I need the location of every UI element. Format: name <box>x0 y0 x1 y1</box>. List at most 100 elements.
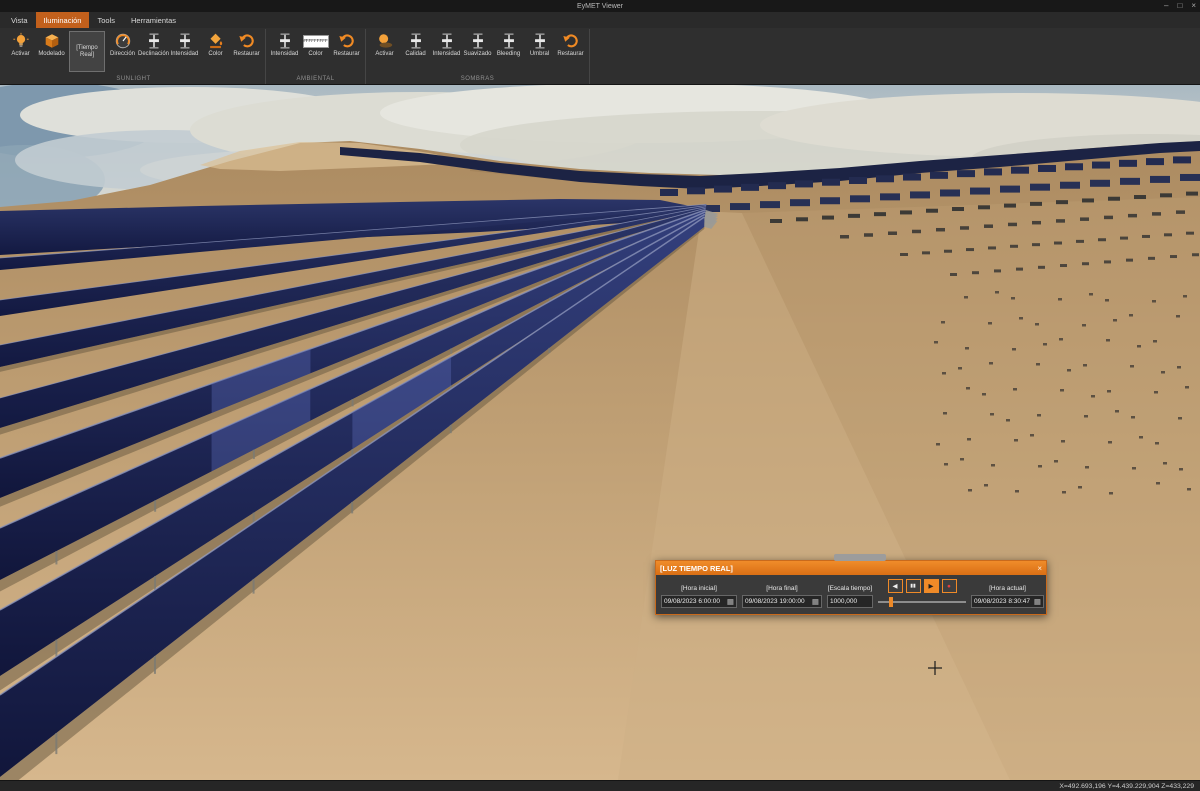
tab-vista[interactable]: Vista <box>3 12 36 28</box>
color-swatch-icon: #FFFFFFFF <box>306 31 326 51</box>
panel-close-icon[interactable]: × <box>1037 564 1042 573</box>
ribbon-button-tiempo-real[interactable]: [Tiempo Real] <box>69 31 105 72</box>
calendar-icon[interactable]: ▦ <box>1034 598 1041 606</box>
hora-final-value: 09/08/2023 19:00:00 <box>745 598 805 605</box>
ribbon-button-label: Activar <box>11 51 29 58</box>
ribbon-button-label: Restaurar <box>557 51 583 58</box>
ribbon-button-modelado[interactable]: Modelado <box>36 29 67 59</box>
rewind-button[interactable]: ◀ <box>888 579 903 593</box>
status-bar: X=492.693,196 Y=4.439.229,904 Z=433,229 <box>0 780 1200 791</box>
ribbon-button-label: Umbral <box>530 51 549 58</box>
ribbon-button-calidad[interactable]: Calidad <box>400 29 431 59</box>
ribbon-button-label: Color <box>308 51 322 58</box>
ribbon-button-activar[interactable]: Activar <box>369 29 400 59</box>
ribbon-group-label: SOMBRAS <box>369 76 586 84</box>
ribbon-button-intensidad[interactable]: Intensidad <box>169 29 200 59</box>
calendar-icon[interactable]: ▦ <box>812 598 819 606</box>
ribbon-button-restaurar[interactable]: Restaurar <box>555 29 586 59</box>
hora-inicial-label: [Hora inicial] <box>681 585 717 592</box>
ribbon-button-bleeding[interactable]: Bleeding <box>493 29 524 59</box>
viewport-3d-scene[interactable] <box>0 85 1200 780</box>
tab-herramientas[interactable]: Herramientas <box>123 12 184 28</box>
minimize-icon[interactable]: – <box>1164 0 1168 12</box>
ribbon-button-label: Intensidad <box>171 51 199 58</box>
undo-icon <box>561 31 581 51</box>
title-bar: EyMET Viewer – □ × <box>0 0 1200 12</box>
ribbon-button-label: Calidad <box>405 51 425 58</box>
ribbon-group-sunlight: Activar Modelado [Tiempo Real] DirecciónDec… <box>2 29 266 84</box>
panel-body: [Hora inicial] 09/08/2023 6:00:00 ▦ [Hor… <box>656 575 1046 614</box>
hora-final-field[interactable]: 09/08/2023 19:00:00 ▦ <box>742 595 822 608</box>
ribbon-button-label: Intensidad <box>433 51 461 58</box>
ribbon-button-color[interactable]: #FFFFFFFF Color <box>300 29 331 59</box>
ribbon-button-intensidad[interactable]: Intensidad <box>269 29 300 59</box>
swatch-hex-value: #FFFFFFFF <box>303 38 328 43</box>
ribbon: Activar Modelado [Tiempo Real] DirecciónDec… <box>0 28 1200 85</box>
ribbon-group-ambiental: Intensidad#FFFFFFFF Color Restaurar AMBIENT… <box>266 29 366 84</box>
slider-icon <box>437 31 457 51</box>
ribbon-button-suavizado[interactable]: Suavizado <box>462 29 493 59</box>
hora-inicial-value: 09/08/2023 6:00:00 <box>664 598 720 605</box>
escala-tiempo-label: [Escala tiempo] <box>828 585 872 592</box>
tab-iluminacion[interactable]: Iluminación <box>36 12 90 28</box>
hora-actual-value: 09/08/2023 8:30:47 <box>974 598 1030 605</box>
time-slider[interactable] <box>878 596 966 608</box>
ribbon-button-direccion[interactable]: Dirección <box>107 29 138 59</box>
hora-inicial-field[interactable]: 09/08/2023 6:00:00 ▦ <box>661 595 737 608</box>
ribbon-button-label: Bleeding <box>497 51 520 58</box>
bucket-icon <box>206 31 226 51</box>
ribbon-button-label: Dirección <box>110 51 135 58</box>
time-slider-handle[interactable] <box>889 597 893 607</box>
ribbon-button-intensidad[interactable]: Intensidad <box>431 29 462 59</box>
slider-icon <box>468 31 488 51</box>
hora-final-label: [Hora final] <box>766 585 797 592</box>
ribbon-button-label: Color <box>208 51 222 58</box>
coordinates-readout: X=492.693,196 Y=4.439.229,904 Z=433,229 <box>1059 783 1194 790</box>
bulb-icon <box>11 31 31 51</box>
luz-tiempo-real-panel[interactable]: [LUZ TIEMPO REAL] × [Hora inicial] 09/08… <box>655 560 1047 615</box>
ribbon-button-declinacion[interactable]: Declinación <box>138 29 169 59</box>
escala-tiempo-value: 1000,000 <box>830 598 857 605</box>
ribbon-button-label: Restaurar <box>233 51 259 58</box>
ribbon-button-label: Activar <box>375 51 393 58</box>
slider-icon <box>499 31 519 51</box>
ribbon-button-label: Modelado <box>38 51 64 58</box>
window-title: EyMET Viewer <box>577 3 623 10</box>
playback-controls: ◀ ▮▮ ▶ ● <box>888 579 957 593</box>
ribbon-group-sombras: Activar Calidad IntensidadSuavizado Bleedin… <box>366 29 590 84</box>
ribbon-button-color[interactable]: Color <box>200 29 231 59</box>
ribbon-button-activar[interactable]: Activar <box>5 29 36 59</box>
ribbon-button-label: [Tiempo Real] <box>70 45 104 59</box>
undo-icon <box>337 31 357 51</box>
ribbon-button-label: Suavizado <box>463 51 491 58</box>
slider-icon <box>406 31 426 51</box>
close-icon[interactable]: × <box>1191 0 1196 12</box>
record-button[interactable]: ● <box>942 579 957 593</box>
tab-tools[interactable]: Tools <box>89 12 123 28</box>
ribbon-button-label: Declinación <box>138 51 169 58</box>
panel-header[interactable]: [LUZ TIEMPO REAL] × <box>656 561 1046 575</box>
slider-icon <box>175 31 195 51</box>
ribbon-tab-bar: VistaIluminaciónToolsHerramientas <box>0 12 1200 28</box>
ribbon-button-restaurar[interactable]: Restaurar <box>231 29 262 59</box>
play-button[interactable]: ▶ <box>924 579 939 593</box>
hora-actual-field[interactable]: 09/08/2023 8:30:47 ▦ <box>971 595 1044 608</box>
ribbon-button-label: Restaurar <box>333 51 359 58</box>
dial-icon <box>113 31 133 51</box>
undo-icon <box>237 31 257 51</box>
panel-drag-handle[interactable] <box>834 554 886 561</box>
hora-actual-label: [Hora actual] <box>989 585 1026 592</box>
slider-icon <box>275 31 295 51</box>
solar-farm-render <box>0 85 1200 780</box>
calendar-icon[interactable]: ▦ <box>727 598 734 606</box>
maximize-icon[interactable]: □ <box>1177 0 1182 12</box>
shadow-icon <box>375 31 395 51</box>
escala-tiempo-field[interactable]: 1000,000 <box>827 595 873 608</box>
ribbon-button-umbral[interactable]: Umbral <box>524 29 555 59</box>
cube-icon <box>42 31 62 51</box>
ribbon-group-label: AMBIENTAL <box>269 76 362 84</box>
ribbon-button-restaurar[interactable]: Restaurar <box>331 29 362 59</box>
ribbon-group-label: SUNLIGHT <box>5 76 262 84</box>
pause-button[interactable]: ▮▮ <box>906 579 921 593</box>
slider-icon <box>530 31 550 51</box>
